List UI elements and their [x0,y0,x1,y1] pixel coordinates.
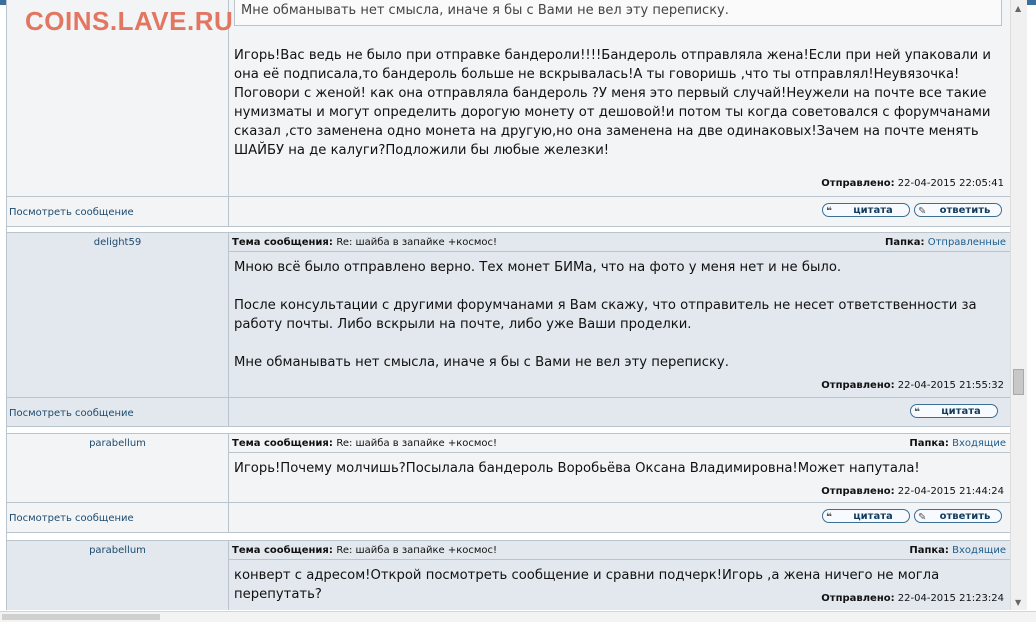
author-cell: parabellum [7,541,229,610]
folder-link[interactable]: Входящие [952,545,1006,556]
message-body: Тема сообщения: Re: шайба в запайке +кос… [229,434,1010,502]
view-message-link[interactable]: Посмотреть сообщение [9,513,134,524]
reply-button[interactable]: ✎ ответить [914,203,1002,217]
sent-label: Отправлено: [821,380,895,391]
sent-info: Отправлено: 22-04-2015 21:44:24 [821,486,1004,497]
folder-link[interactable]: Входящие [952,438,1006,449]
horizontal-scrollbar-thumb[interactable] [2,614,160,620]
reply-icon: ✎ [918,206,927,217]
reply-icon: ✎ [918,512,927,523]
subject-text: Re: шайба в запайке +космос! [336,438,498,449]
view-message-link[interactable]: Посмотреть сообщение [9,207,134,218]
vertical-scrollbar[interactable]: ▲ ▼ [1010,0,1027,610]
message-text: Игорь!Почему молчишь?Посылала бандероль … [234,461,920,476]
message-footer: Посмотреть сообщение ❝ цитата ✎ ответить [7,503,1010,533]
quote-icon: ❝ [826,512,832,523]
folder-label: Папка: [909,438,949,449]
subject-bar: Тема сообщения: Re: шайба в запайке +кос… [229,434,1010,453]
message-body: Тема сообщения: Re: шайба в запайке +кос… [229,541,1010,610]
sent-date: 22-04-2015 22:05:41 [897,178,1004,189]
subject-label: Тема сообщения: [232,237,333,248]
quote-button[interactable]: ❝ цитата [822,203,910,217]
subject-text: Re: шайба в запайке +космос! [336,545,498,556]
folder-link[interactable]: Отправленные [928,237,1006,248]
message-footer: Посмотреть сообщение ❝ цитата [7,398,1010,427]
quoted-text: Мне обманывать нет смысла, иначе я бы с … [234,0,1002,26]
view-message-link[interactable]: Посмотреть сообщение [9,408,134,419]
sent-info: Отправлено: 22-04-2015 22:05:41 [821,178,1004,189]
sent-label: Отправлено: [821,178,895,189]
message-text: Игорь!Вас ведь не было при отправке банд… [234,48,991,158]
subject-bar: Тема сообщения: Re: шайба в запайке +кос… [229,233,1010,252]
sent-label: Отправлено: [821,486,895,497]
sent-date: 22-04-2015 21:44:24 [897,486,1004,497]
scroll-down-icon[interactable]: ▼ [1015,598,1021,607]
sent-date: 22-04-2015 21:55:32 [897,380,1004,391]
message-body: Тема сообщения: Re: шайба в запайке +кос… [229,233,1010,397]
scrollbar-thumb[interactable] [1013,369,1024,395]
quote-icon: ❝ [826,206,832,217]
subject-text: Re: шайба в запайке +космос! [336,237,498,248]
sent-info: Отправлено: 22-04-2015 21:55:32 [821,380,1004,391]
author-cell: parabellum [7,434,229,502]
quote-button[interactable]: ❝ цитата [822,509,910,523]
subject-label: Тема сообщения: [232,438,333,449]
sent-label: Отправлено: [821,593,895,604]
author-name[interactable]: parabellum [7,438,228,449]
message-footer: Посмотреть сообщение ❝ цитата ✎ ответить [7,197,1010,227]
site-watermark: COINS.LAVE.RU [25,6,234,36]
reply-button[interactable]: ✎ ответить [914,509,1002,523]
folder-label: Папка: [909,545,949,556]
author-cell: delight59 [7,233,229,397]
subject-bar: Тема сообщения: Re: шайба в запайке +кос… [229,541,1010,560]
sent-info: Отправлено: 22-04-2015 21:23:24 [821,593,1004,604]
quote-button[interactable]: ❝ цитата [910,404,998,418]
folder-label: Папка: [884,237,925,248]
message-post: delight59 Тема сообщения: Re: шайба в за… [7,232,1010,398]
message-post: parabellum Тема сообщения: Re: шайба в з… [7,433,1010,503]
message-thread: Мне обманывать нет смысла, иначе я бы с … [6,0,1011,610]
scroll-up-icon[interactable]: ▲ [1015,4,1021,13]
message-post: parabellum Тема сообщения: Re: шайба в з… [7,540,1010,610]
horizontal-scrollbar[interactable] [0,611,1036,622]
author-name[interactable]: parabellum [7,545,228,556]
subject-label: Тема сообщения: [232,545,333,556]
author-name[interactable]: delight59 [7,237,228,248]
quote-icon: ❝ [914,407,920,418]
sent-date: 22-04-2015 21:23:24 [897,593,1004,604]
message-text: Мною всё было отправлено верно. Тех моне… [234,260,977,370]
message-body: Мне обманывать нет смысла, иначе я бы с … [229,0,1010,196]
